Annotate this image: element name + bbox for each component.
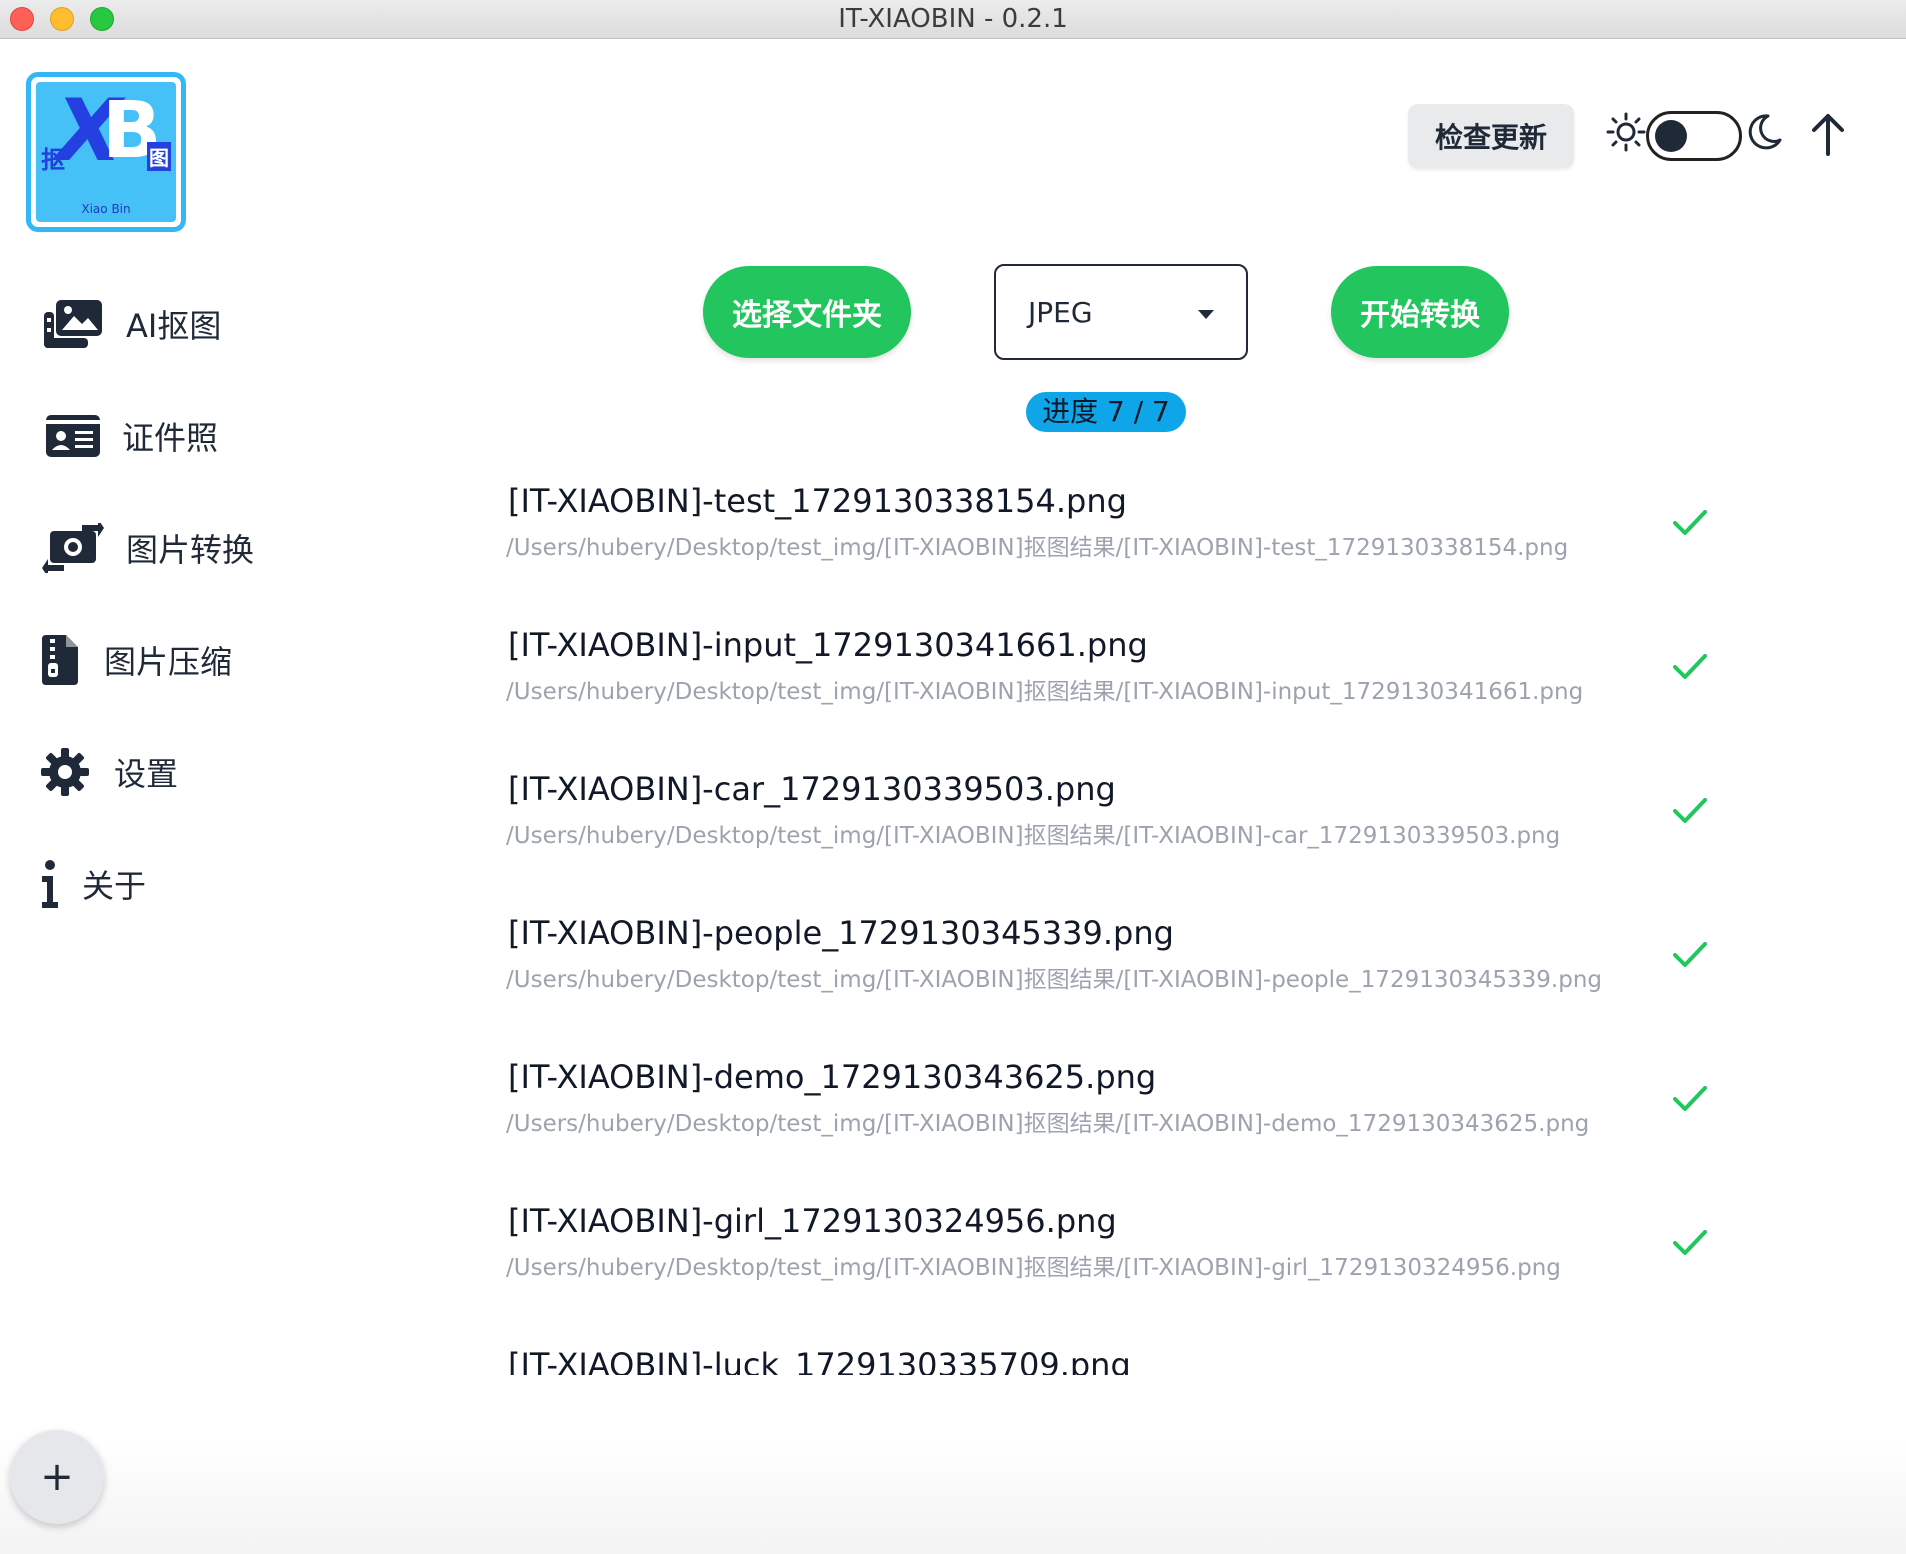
logo-cn-right: 图 [147, 142, 171, 171]
check-icon [1673, 942, 1707, 967]
file-list-item: [IT-XIAOBIN]-input_1729130341661.png/Use… [506, 614, 1766, 734]
id-card-icon [40, 408, 106, 464]
sidebar-item-about[interactable]: 关于 [40, 854, 146, 914]
check-icon [1673, 654, 1707, 679]
sidebar-item-image-convert[interactable]: 图片转换 [40, 518, 254, 578]
file-path: /Users/hubery/Desktop/test_img/[IT-XIAOB… [506, 679, 1584, 705]
bottom-bar [0, 1440, 1906, 1554]
file-list-item: [IT-XIAOBIN]-luck_1729130335709.png [506, 1334, 1766, 1375]
select-folder-button[interactable]: 选择文件夹 [703, 266, 911, 358]
sidebar-item-id-photo[interactable]: 证件照 [40, 406, 218, 466]
chevron-down-icon [1198, 310, 1214, 319]
theme-toggle-knob [1655, 120, 1687, 152]
sidebar-item-label: 图片压缩 [104, 643, 233, 681]
sidebar-item-image-compress[interactable]: 图片压缩 [40, 630, 232, 690]
file-path: /Users/hubery/Desktop/test_img/[IT-XIAOB… [506, 823, 1561, 849]
sidebar-item-ai-cutout[interactable]: AI抠图 [40, 294, 221, 354]
file-path: /Users/hubery/Desktop/test_img/[IT-XIAOB… [506, 535, 1569, 561]
file-name: [IT-XIAOBIN]-input_1729130341661.png [508, 626, 1148, 664]
start-convert-button[interactable]: 开始转换 [1331, 266, 1509, 358]
check-icon [1673, 1230, 1707, 1255]
file-name: [IT-XIAOBIN]-girl_1729130324956.png [508, 1202, 1117, 1240]
window-title: IT-XIAOBIN - 0.2.1 [838, 4, 1068, 34]
file-list-item: [IT-XIAOBIN]-girl_1729130324956.png/User… [506, 1190, 1766, 1310]
money-bill-transfer-icon [40, 520, 106, 576]
gear-icon [40, 744, 90, 800]
file-list-item: [IT-XIAOBIN]-people_1729130345339.png/Us… [506, 902, 1766, 1022]
moon-icon [1744, 112, 1784, 156]
file-list-item: [IT-XIAOBIN]-test_1729130338154.png/User… [506, 470, 1766, 590]
sidebar-item-label: 设置 [114, 755, 179, 793]
file-name: [IT-XIAOBIN]-luck_1729130335709.png [508, 1346, 1131, 1375]
sidebar-item-label: 证件照 [122, 419, 219, 457]
images-icon [40, 296, 106, 352]
check-icon [1673, 798, 1707, 823]
progress-badge: 进度 7 / 7 [1026, 392, 1186, 432]
file-zipper-icon [40, 632, 80, 688]
check-icon [1673, 1086, 1707, 1111]
theme-toggle[interactable] [1646, 111, 1742, 161]
file-name: [IT-XIAOBIN]-car_1729130339503.png [508, 770, 1116, 808]
file-name: [IT-XIAOBIN]-test_1729130338154.png [508, 482, 1127, 520]
logo-image: 抠 X B 图 Xiao Bin [36, 82, 176, 222]
file-path: /Users/hubery/Desktop/test_img/[IT-XIAOB… [506, 1255, 1561, 1281]
window-titlebar: IT-XIAOBIN - 0.2.1 [0, 0, 1906, 39]
sidebar-item-label: 关于 [82, 867, 147, 905]
info-icon [40, 856, 60, 912]
add-button[interactable]: + [10, 1430, 104, 1524]
sun-icon [1606, 112, 1646, 156]
arrow-up-icon[interactable] [1810, 112, 1846, 160]
check-update-button[interactable]: 检查更新 [1408, 104, 1574, 168]
file-list[interactable]: [IT-XIAOBIN]-test_1729130338154.png/User… [506, 470, 1766, 1375]
file-name: [IT-XIAOBIN]-people_1729130345339.png [508, 914, 1174, 952]
file-list-item: [IT-XIAOBIN]-demo_1729130343625.png/User… [506, 1046, 1766, 1166]
check-icon [1673, 510, 1707, 535]
file-path: /Users/hubery/Desktop/test_img/[IT-XIAOB… [506, 967, 1602, 993]
format-select[interactable]: JPEG [994, 264, 1248, 360]
file-list-item: [IT-XIAOBIN]-car_1729130339503.png/Users… [506, 758, 1766, 878]
file-name: [IT-XIAOBIN]-demo_1729130343625.png [508, 1058, 1157, 1096]
sidebar-item-settings[interactable]: 设置 [40, 742, 178, 802]
sidebar-item-label: 图片转换 [126, 531, 255, 569]
app-logo: 抠 X B 图 Xiao Bin [26, 72, 186, 232]
logo-subtitle: Xiao Bin [81, 202, 131, 216]
file-path: /Users/hubery/Desktop/test_img/[IT-XIAOB… [506, 1111, 1590, 1137]
format-select-value: JPEG [1028, 295, 1093, 329]
sidebar-item-label: AI抠图 [126, 307, 222, 345]
